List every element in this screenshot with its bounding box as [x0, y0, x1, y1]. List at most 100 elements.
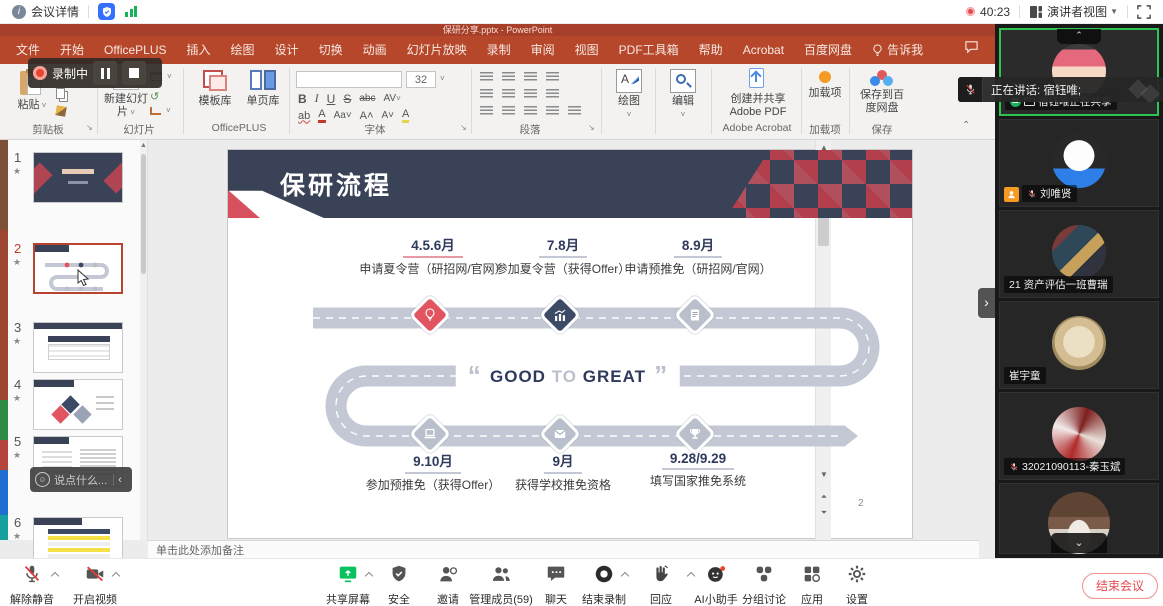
align-text-button[interactable]	[546, 89, 559, 98]
shrink-font-button[interactable]: A˅	[381, 110, 394, 121]
strikethrough-button[interactable]: abc	[359, 93, 375, 104]
slide-thumbnail-4[interactable]	[33, 379, 123, 430]
security-shield-icon[interactable]	[98, 3, 115, 20]
participant-tile[interactable]: 32021090113-秦玉斌	[999, 392, 1159, 480]
collapse-chat-icon[interactable]: ‹	[118, 474, 122, 486]
columns-button[interactable]	[524, 89, 537, 98]
tab-design[interactable]: 设计	[265, 36, 309, 64]
reactions-button[interactable]: 回应	[650, 563, 672, 606]
security-button[interactable]: 安全	[388, 563, 410, 606]
font-size-input[interactable]: 32	[406, 71, 436, 88]
breakout-rooms-button[interactable]: 分组讨论	[742, 563, 786, 606]
participant-tile[interactable]: ⌄	[999, 483, 1159, 554]
align-left-button[interactable]	[480, 106, 493, 115]
format-painter-button[interactable]	[56, 106, 66, 116]
bold-button[interactable]: B	[298, 92, 307, 106]
save-to-baidu-button[interactable]: 保存到百度网盘	[854, 67, 910, 114]
milestone-top-3: 8.9月 申请预推免（研招网/官网）	[623, 234, 773, 278]
create-share-pdf-button[interactable]: 创建并共享 Adobe PDF	[718, 67, 798, 118]
chat-button[interactable]: 聊天	[545, 563, 567, 606]
invite-button[interactable]: 邀请	[437, 563, 459, 606]
section-button[interactable]: ˅	[150, 106, 171, 115]
apps-button[interactable]: 应用	[801, 563, 823, 606]
notes-pane[interactable]: 单击此处添加备注	[148, 540, 979, 558]
manage-members-button[interactable]: 管理成员(59)	[469, 563, 533, 606]
tab-view[interactable]: 视图	[565, 36, 609, 64]
tab-tell-me[interactable]: 告诉我	[862, 36, 933, 64]
meeting-info-button[interactable]: i 会议详情	[12, 3, 79, 20]
collapse-ribbon-button[interactable]: ⌃	[962, 120, 970, 131]
start-video-button[interactable]: 开启视频	[73, 563, 117, 606]
expand-panel-button[interactable]: ›	[978, 288, 995, 318]
tab-help[interactable]: 帮助	[689, 36, 733, 64]
text-direction-button[interactable]	[546, 72, 559, 81]
smartart-button[interactable]	[568, 106, 581, 115]
tab-record[interactable]: 录制	[477, 36, 521, 64]
slide-canvas[interactable]: 保研流程 4.5.6月 申请夏令营（研招网/官网） 7.8月 参加夏令营（获得O…	[228, 150, 912, 538]
comments-icon[interactable]	[954, 36, 989, 64]
italic-button[interactable]: I	[315, 91, 319, 106]
text-color-button[interactable]: A	[318, 108, 325, 123]
line-spacing-button[interactable]	[524, 72, 537, 81]
single-page-library-button[interactable]: 单页库	[240, 67, 286, 108]
editing-button[interactable]: 编辑˅	[662, 67, 704, 120]
shadow-button[interactable]: S	[343, 92, 351, 106]
tab-slideshow[interactable]: 幻灯片放映	[397, 36, 477, 64]
end-meeting-button[interactable]: 结束会议	[1082, 573, 1158, 599]
font-name-input[interactable]	[296, 71, 402, 88]
center-button[interactable]	[502, 106, 515, 115]
bullets-button[interactable]	[480, 72, 493, 81]
network-signal-icon[interactable]	[125, 6, 137, 17]
font-size-dropdown[interactable]: ˅	[440, 74, 445, 83]
numbering-button[interactable]	[502, 72, 515, 81]
participant-tile[interactable]: 刘唯贤	[999, 119, 1159, 207]
chat-quick-overlay[interactable]: ☺ 说点什么... ‹	[30, 467, 132, 492]
chat-placeholder[interactable]: 说点什么...	[54, 472, 107, 488]
fullscreen-icon[interactable]	[1137, 5, 1151, 19]
slide-thumbnail-2-selected[interactable]	[33, 243, 123, 294]
clipboard-dialog-launcher[interactable]: ↘	[86, 123, 93, 132]
drawing-button[interactable]: A 绘图˅	[608, 67, 650, 120]
emoji-icon[interactable]: ☺	[35, 472, 50, 487]
collapse-tiles-button[interactable]: ⌃	[1057, 29, 1101, 44]
ai-assistant-button[interactable]: AI小助手	[694, 563, 737, 606]
grow-font-button[interactable]: A˄	[360, 110, 374, 122]
case-button[interactable]: Aa˅	[334, 110, 352, 121]
highlight-button[interactable]: A	[402, 108, 409, 123]
align-right-button[interactable]	[524, 106, 537, 115]
participant-tile[interactable]: 崔宇童	[999, 301, 1159, 389]
template-library-button[interactable]: 模板库	[192, 67, 238, 108]
share-screen-button[interactable]: 共享屏幕	[326, 563, 370, 606]
stop-recording-button[interactable]: 结束录制	[582, 563, 626, 606]
copy-button[interactable]	[56, 88, 65, 99]
increase-indent-button[interactable]	[502, 89, 515, 98]
participant-tile-sharer[interactable]: ⌃ ☎ 宿钰唯正在共享	[999, 28, 1159, 116]
clear-format-button[interactable]: ab	[298, 110, 310, 122]
thumbnail-scrollbar[interactable]: ▲	[140, 140, 147, 540]
tab-baidu-netdisk[interactable]: 百度网盘	[794, 36, 862, 64]
view-mode-selector[interactable]: 演讲者视图▼	[1047, 3, 1118, 20]
tab-insert[interactable]: 插入	[177, 36, 221, 64]
tab-draw[interactable]: 绘图	[221, 36, 265, 64]
tab-acrobat[interactable]: Acrobat	[733, 36, 794, 64]
underline-button[interactable]: U	[327, 92, 336, 106]
pause-recording-button[interactable]	[93, 61, 117, 85]
char-spacing-button[interactable]: AV˅	[383, 93, 400, 104]
paragraph-dialog-launcher[interactable]: ↘	[588, 123, 595, 132]
reset-slide-button[interactable]: ↺	[150, 90, 159, 103]
tab-pdf-toolbox[interactable]: PDF工具箱	[609, 36, 689, 64]
tab-animations[interactable]: 动画	[353, 36, 397, 64]
tab-transitions[interactable]: 切换	[309, 36, 353, 64]
slide-thumbnail-3[interactable]	[33, 322, 123, 373]
font-dialog-launcher[interactable]: ↘	[460, 123, 467, 132]
participant-tile[interactable]: 21 资产评估一班曹瑞	[999, 210, 1159, 298]
slide-thumbnail-1[interactable]	[33, 152, 123, 203]
stop-recording-button[interactable]	[122, 61, 146, 85]
decrease-indent-button[interactable]	[480, 89, 493, 98]
addins-button[interactable]: 加载项	[806, 67, 844, 100]
expand-tiles-button[interactable]: ⌄	[1051, 533, 1107, 553]
justify-button[interactable]	[546, 106, 559, 115]
unmute-button[interactable]: 解除静音	[10, 563, 54, 606]
tab-review[interactable]: 审阅	[521, 36, 565, 64]
settings-button[interactable]: 设置	[846, 563, 868, 606]
